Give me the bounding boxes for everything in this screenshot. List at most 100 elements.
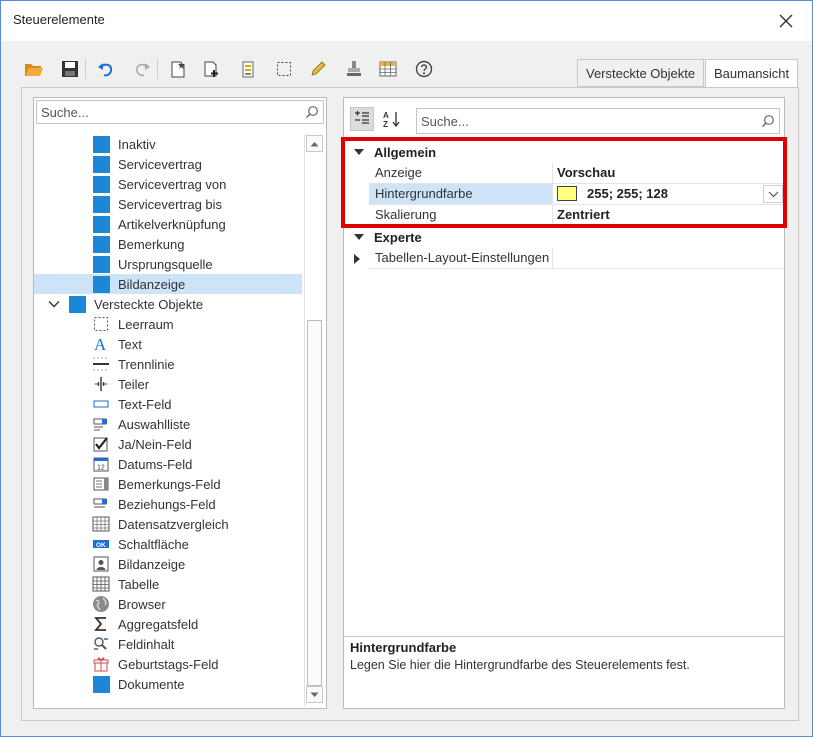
tree-item-label: Servicevertrag [118, 156, 202, 172]
tree-item[interactable]: Ursprungsquelle [34, 254, 302, 274]
tree-item-label: Browser [118, 596, 166, 612]
property-value[interactable] [553, 248, 784, 269]
tree-item[interactable]: Auswahlliste [34, 414, 302, 434]
tree-item-label: Aggregatsfeld [118, 616, 199, 632]
table-icon [92, 575, 110, 593]
tab-tree-view[interactable]: Baumansicht [705, 59, 799, 88]
memo-field-icon [92, 475, 110, 493]
checklist-button[interactable] [235, 55, 261, 83]
tree-search-input[interactable] [37, 101, 297, 123]
sort-categorized-button[interactable] [350, 107, 374, 131]
table-button[interactable] [375, 55, 401, 83]
tree-item-label: Inaktiv [118, 136, 156, 152]
save-button[interactable] [57, 55, 83, 83]
property-row-skalierung[interactable]: Skalierung Zentriert [344, 205, 784, 226]
stamp-button[interactable] [341, 55, 367, 83]
tree-item[interactable]: Dokumente [34, 674, 302, 694]
tree-item[interactable]: Ja/Nein-Feld [34, 434, 302, 454]
search-icon[interactable] [305, 105, 319, 119]
tree-item-label: Text [118, 336, 142, 352]
tab-hidden-objects[interactable]: Versteckte Objekte [577, 59, 705, 87]
scroll-up-button[interactable] [306, 135, 323, 152]
redo-button[interactable] [129, 55, 155, 83]
add-page-button[interactable] [199, 55, 225, 83]
tree-item[interactable]: Servicevertrag von [34, 174, 302, 194]
property-search-box [416, 108, 780, 134]
empty-space-icon [92, 315, 110, 333]
tree-item[interactable]: A Text [34, 334, 302, 354]
tree-item[interactable]: OK Schaltfläche [34, 534, 302, 554]
tree-item[interactable]: Leerraum [34, 314, 302, 334]
tree-search-box [36, 100, 324, 124]
sort-alphabetical-icon: A Z [383, 111, 400, 128]
new-document-button[interactable] [165, 55, 191, 83]
tree-item[interactable]: Text-Feld [34, 394, 302, 414]
splitter-icon [92, 375, 110, 393]
blue-square-icon [92, 675, 110, 693]
dialog-window: Steuerelemente Versteckte Objekte Bauman… [0, 0, 813, 737]
close-button[interactable] [768, 5, 804, 37]
tree-item-label: Bemerkung [118, 236, 185, 252]
property-row-hintergrundfarbe[interactable]: Hintergrundfarbe 255; 255; 128 [344, 184, 784, 205]
tree-item[interactable]: Browser [34, 594, 302, 614]
tree-item[interactable]: Bildanzeige [34, 274, 302, 294]
property-row-anzeige[interactable]: Anzeige Vorschau [344, 163, 784, 184]
categorized-icon [355, 111, 369, 124]
stamp-icon [347, 61, 361, 76]
tree-item[interactable]: Trennlinie [34, 354, 302, 374]
property-value-editor[interactable]: 255; 255; 128 [553, 184, 784, 205]
tree-item[interactable]: Tabelle [34, 574, 302, 594]
selection-icon [277, 62, 291, 76]
search-icon[interactable] [761, 114, 775, 128]
category-experte[interactable]: Experte [344, 226, 784, 248]
tree-item[interactable]: Datensatzvergleich [34, 514, 302, 534]
svg-text:12: 12 [97, 465, 105, 472]
tree-item[interactable]: Teiler [34, 374, 302, 394]
controls-tree-panel: Inaktiv Servicevertrag Servicevertrag von S… [33, 97, 327, 709]
tree-item[interactable]: Feldinhalt [34, 634, 302, 654]
tree-group-node[interactable]: Versteckte Objekte [34, 294, 302, 314]
collapsed-arrow-icon[interactable] [354, 254, 361, 264]
property-search-input[interactable] [417, 109, 747, 133]
tree-item[interactable]: Inaktiv [34, 134, 302, 154]
tree-item-label: Ja/Nein-Feld [118, 436, 192, 452]
color-dropdown-button[interactable] [763, 185, 783, 203]
svg-text:Z: Z [383, 120, 388, 128]
color-swatch [557, 186, 577, 202]
tree-item-label: Servicevertrag bis [118, 196, 223, 212]
property-value[interactable]: Vorschau [553, 163, 784, 184]
tree-item[interactable]: Servicevertrag [34, 154, 302, 174]
property-row-tabellen-layout[interactable]: Tabellen-Layout-Einstellungen [344, 248, 784, 269]
scroll-down-button[interactable] [306, 686, 323, 703]
tree-item[interactable]: Aggregatsfeld [34, 614, 302, 634]
category-allgemein[interactable]: Allgemein [344, 141, 784, 163]
help-button[interactable] [411, 55, 437, 83]
blue-square-icon [92, 135, 110, 153]
tree-item[interactable]: Artikelverknüpfung [34, 214, 302, 234]
tree-item-label: Text-Feld [118, 396, 172, 412]
tree-scrollbar[interactable] [304, 134, 324, 706]
tree-item[interactable]: Bildanzeige [34, 554, 302, 574]
tree-item[interactable]: Beziehungs-Feld [34, 494, 302, 514]
chevron-down-icon[interactable] [48, 298, 60, 310]
select-area-button[interactable] [271, 55, 297, 83]
svg-text:A: A [94, 335, 107, 353]
undo-button[interactable] [93, 55, 119, 83]
sort-alphabetical-button[interactable]: A Z [380, 107, 404, 131]
scroll-thumb[interactable] [307, 320, 322, 686]
svg-text:A: A [383, 111, 389, 120]
tree-item[interactable]: Servicevertrag bis [34, 194, 302, 214]
edit-button[interactable] [305, 55, 331, 83]
category-label: Allgemein [374, 144, 437, 160]
tree-item[interactable]: 12 Datums-Feld [34, 454, 302, 474]
tree-item[interactable]: Bemerkungs-Feld [34, 474, 302, 494]
property-value[interactable]: Zentriert [553, 205, 784, 226]
tree-item-label: Trennlinie [118, 356, 175, 372]
blue-square-icon [92, 275, 110, 293]
tree-item[interactable]: Bemerkung [34, 234, 302, 254]
tree-item-label: Versteckte Objekte [94, 296, 204, 312]
open-button[interactable] [21, 55, 47, 83]
property-grid-toolbar: A Z [344, 98, 784, 138]
tree-item[interactable]: Geburtstags-Feld [34, 654, 302, 674]
tree-item-label: Beziehungs-Feld [118, 496, 216, 512]
